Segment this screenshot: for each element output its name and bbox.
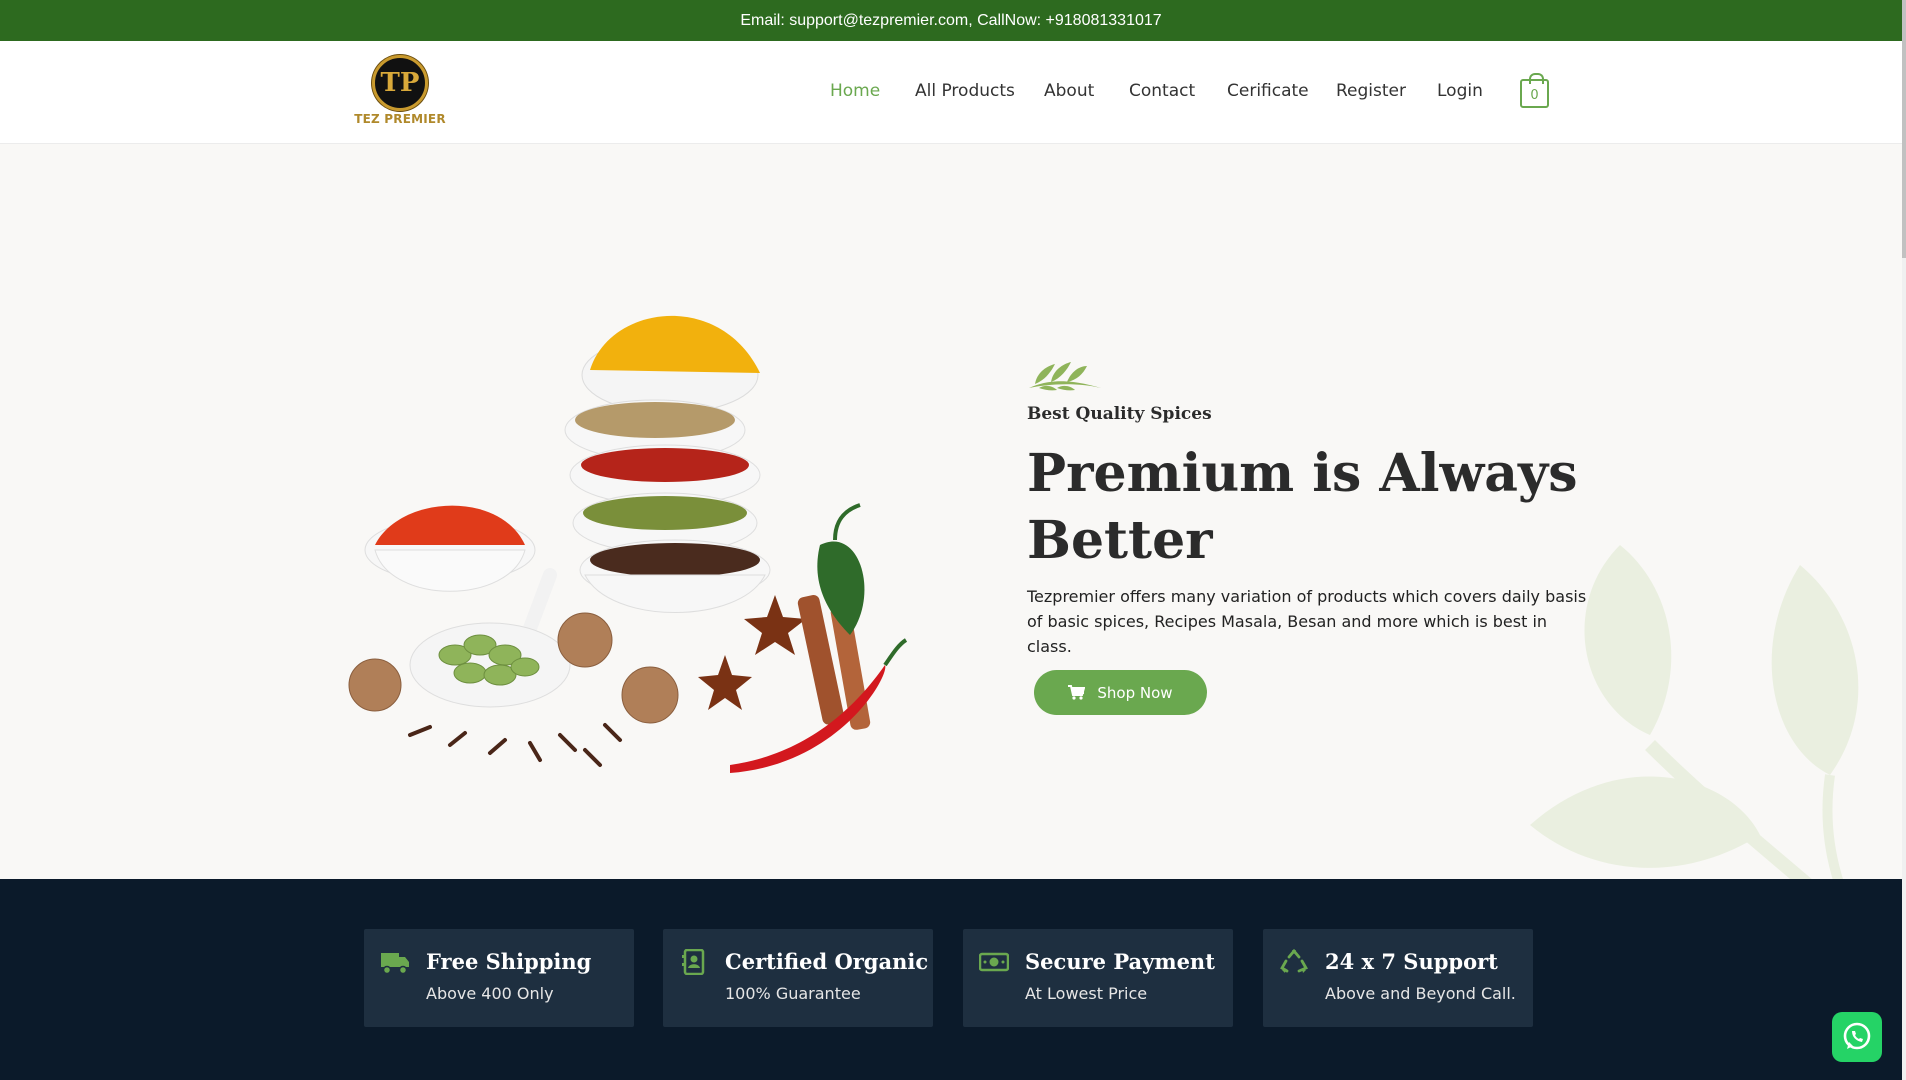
- truck-icon: [381, 953, 409, 975]
- hero-headline: Premium is Always Better: [1027, 443, 1578, 571]
- spice-bowls-image: [348, 315, 908, 773]
- features-strip: Free Shipping Above 400 Only Certified O…: [0, 879, 1902, 1080]
- money-icon: [979, 952, 1009, 972]
- feature-card-shipping: Free Shipping Above 400 Only: [364, 929, 634, 1027]
- certificate-icon: [682, 949, 705, 975]
- hero-subtitle: Best Quality Spices: [1027, 404, 1212, 424]
- contact-info-text: Email: support@tezpremier.com, CallNow: …: [740, 11, 1162, 29]
- nav-contact[interactable]: Contact: [1129, 81, 1195, 101]
- nav-about[interactable]: About: [1044, 81, 1094, 101]
- feature-title: Secure Payment: [1025, 949, 1215, 974]
- cart-icon: [1068, 685, 1086, 700]
- cart-button[interactable]: 0: [1520, 73, 1549, 108]
- hero-section: Best Quality Spices Premium is Always Be…: [0, 145, 1902, 879]
- recycle-icon: [1280, 949, 1308, 973]
- nav-register[interactable]: Register: [1336, 81, 1406, 101]
- hero-content: Best Quality Spices Premium is Always Be…: [1027, 358, 1587, 659]
- main-navigation: Home All Products About Contact Cerifica…: [0, 41, 1902, 144]
- feature-subtitle: 100% Guarantee: [725, 984, 861, 1003]
- feature-title: Certified Organic: [725, 949, 929, 974]
- shop-now-label: Shop Now: [1097, 683, 1173, 702]
- contact-topbar: Email: support@tezpremier.com, CallNow: …: [0, 0, 1902, 41]
- feature-title: 24 x 7 Support: [1325, 949, 1498, 974]
- page-scrollbar-thumb[interactable]: [1902, 0, 1906, 258]
- feature-card-payment: Secure Payment At Lowest Price: [963, 929, 1233, 1027]
- feature-subtitle: Above and Beyond Call.: [1325, 984, 1516, 1003]
- hero-description: Tezpremier offers many variation of prod…: [1027, 587, 1587, 656]
- nav-login[interactable]: Login: [1437, 81, 1483, 101]
- whatsapp-chat-button[interactable]: [1832, 1012, 1882, 1062]
- feature-card-support: 24 x 7 Support Above and Beyond Call.: [1263, 929, 1533, 1027]
- feature-title: Free Shipping: [426, 949, 592, 974]
- feature-subtitle: At Lowest Price: [1025, 984, 1148, 1003]
- sprig-icon: [1029, 362, 1101, 391]
- shop-now-button[interactable]: Shop Now: [1034, 670, 1207, 715]
- nav-all-products[interactable]: All Products: [915, 81, 1015, 101]
- feature-subtitle: Above 400 Only: [426, 984, 554, 1003]
- feature-card-organic: Certified Organic 100% Guarantee: [663, 929, 933, 1027]
- nav-certificate[interactable]: Cerificate: [1227, 81, 1309, 101]
- nav-home[interactable]: Home: [830, 81, 880, 101]
- cart-count: 0: [1530, 88, 1539, 103]
- whatsapp-icon: [1843, 1022, 1871, 1050]
